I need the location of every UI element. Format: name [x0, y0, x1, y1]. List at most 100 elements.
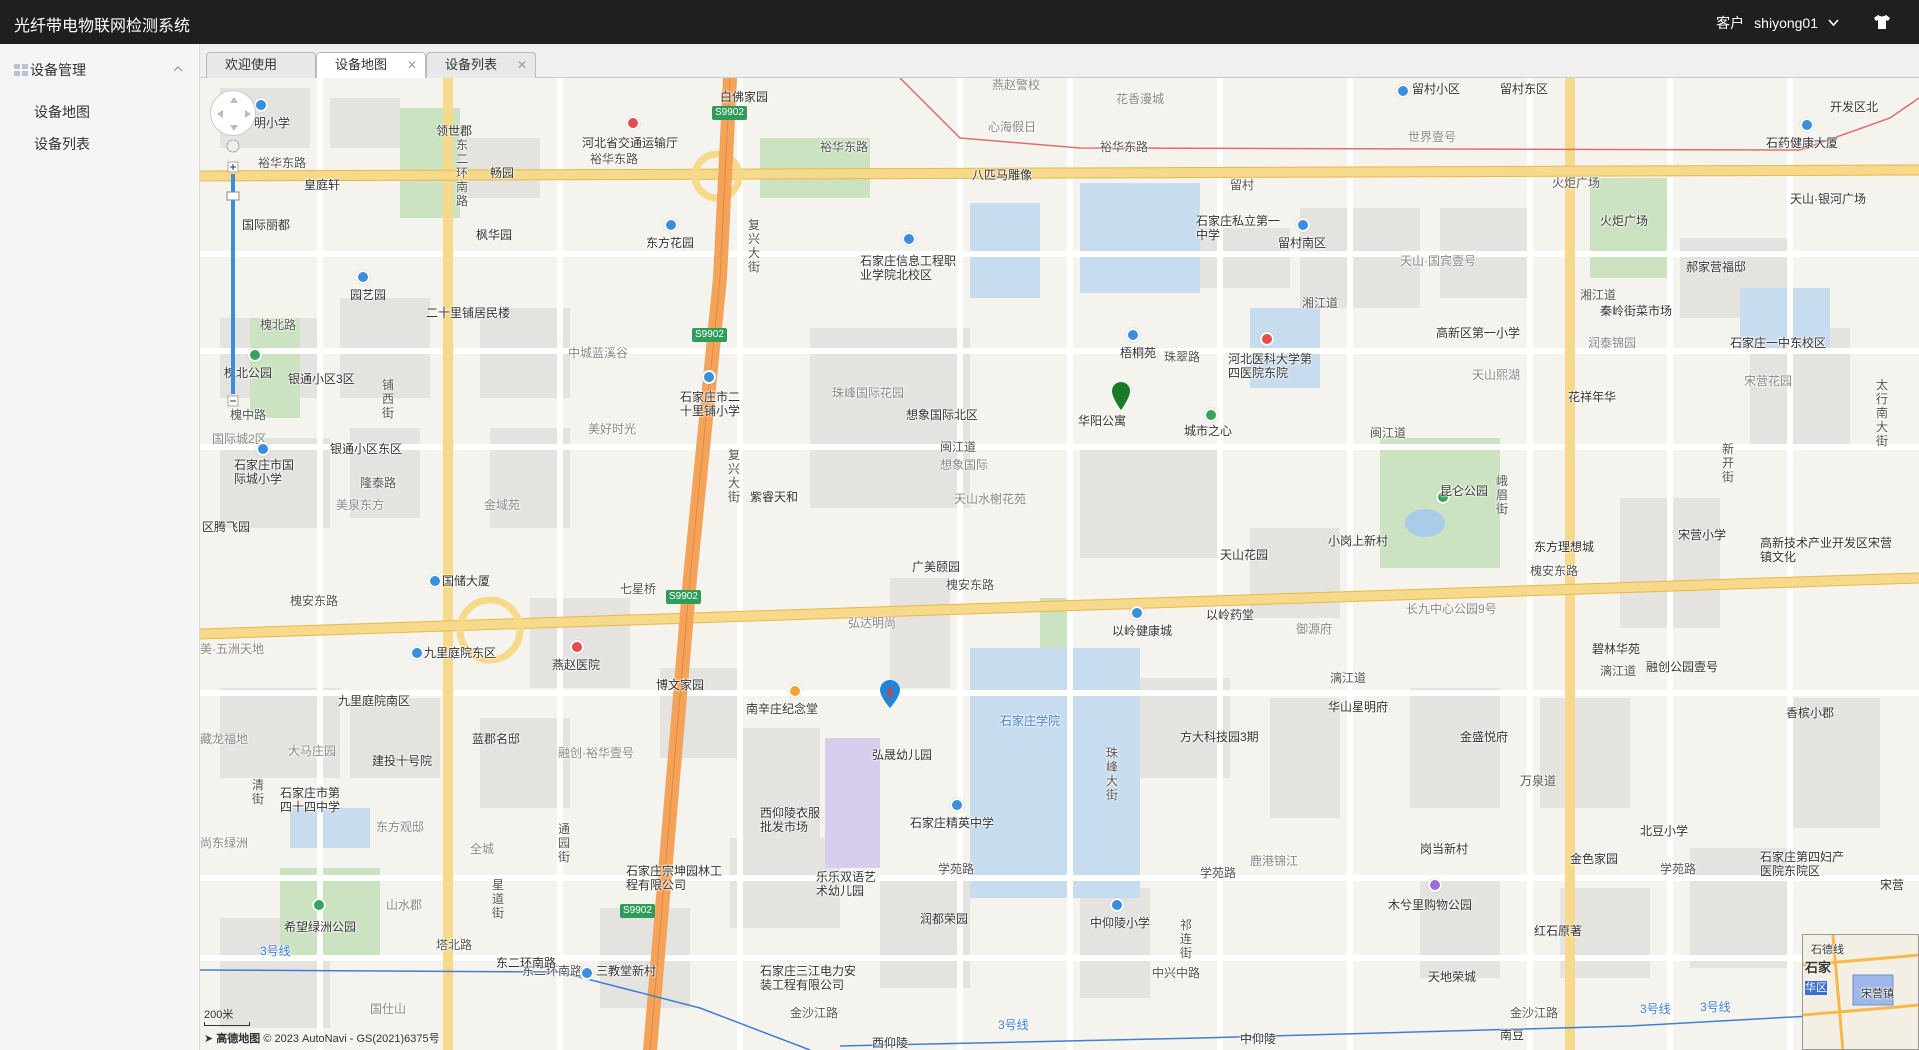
- map-copyright: ➤ 高德地图 © 2023 AutoNavi - GS(2021)6375号: [204, 1030, 440, 1046]
- place-label: 尚东绿洲: [200, 836, 249, 850]
- poi-marker[interactable]: [1130, 606, 1144, 620]
- poi-marker[interactable]: [356, 270, 370, 284]
- place-label: 区腾飞园: [202, 520, 251, 534]
- place-label: 天地荣城: [1428, 970, 1477, 984]
- poi-marker[interactable]: [1428, 878, 1442, 892]
- poi-marker[interactable]: [1800, 118, 1814, 132]
- place-label: 石家庄一中东校区: [1730, 336, 1827, 350]
- road-label: 万泉道: [1520, 774, 1557, 788]
- theme-shirt-icon[interactable]: [1873, 14, 1891, 30]
- poi-marker[interactable]: [1396, 84, 1410, 98]
- place-label: 明小学: [254, 116, 291, 130]
- place-label: 碧林华苑: [1592, 642, 1641, 656]
- poi-marker[interactable]: [1204, 408, 1218, 422]
- poi-marker[interactable]: [664, 218, 678, 232]
- chevron-up-icon: [173, 66, 183, 72]
- poi-marker[interactable]: [702, 370, 716, 384]
- place-label: 石家庄市第四十四中学: [280, 786, 341, 814]
- poi-marker[interactable]: [580, 966, 594, 980]
- place-label: 紫睿天和: [750, 490, 799, 504]
- poi-marker[interactable]: [1296, 218, 1310, 232]
- road-label: 3号线: [1640, 1002, 1671, 1016]
- place-label: 石家庄私立第一中学: [1196, 214, 1281, 242]
- poi-marker[interactable]: [1260, 332, 1274, 346]
- route-badge: S9902: [712, 106, 747, 120]
- place-label: 燕赵医院: [552, 658, 601, 672]
- poi-marker[interactable]: [788, 684, 802, 698]
- poi-marker[interactable]: [256, 442, 270, 456]
- tab-label: 欢迎使用: [225, 57, 278, 72]
- device-marker-lightning-icon[interactable]: [880, 680, 900, 708]
- road-label: 珠峰大街: [1106, 746, 1119, 802]
- overview-label: 石德线: [1811, 944, 1844, 956]
- pan-control[interactable]: [210, 90, 256, 136]
- place-label: 美·五洲天地: [200, 642, 264, 656]
- place-label: 河北医科大学第四医院东院: [1228, 352, 1313, 380]
- place-label: 想象国际: [940, 458, 989, 472]
- sidebar-item-device-list[interactable]: 设备列表: [0, 128, 199, 160]
- place-label: 南辛庄纪念堂: [746, 702, 819, 716]
- overview-map[interactable]: 石德线 石家 华区 宋营镇: [1802, 934, 1919, 1050]
- place-label: 宋营花园: [1744, 374, 1793, 388]
- tab-bar: 欢迎使用 设备地图 ✕ 设备列表 ✕: [200, 44, 1919, 79]
- poi-marker[interactable]: [248, 348, 262, 362]
- place-label: 园艺园: [350, 288, 387, 302]
- road-label: 珠翠路: [1164, 350, 1201, 364]
- place-label: 心海假日: [988, 120, 1037, 134]
- road-label: 金沙江路: [790, 1006, 839, 1020]
- place-label: 皇庭轩: [304, 178, 341, 192]
- road-label: 湘江道: [1302, 296, 1339, 310]
- route-badge: S9902: [620, 904, 655, 918]
- map-view[interactable]: 裕华东路 裕华东路 裕华东路 裕华东路 槐安东路 槐安东路 槐安东路 七星桥 东…: [200, 78, 1919, 1050]
- place-label: 高新技术产业开发区宋营镇文化: [1760, 536, 1893, 564]
- poi-marker[interactable]: [428, 574, 442, 588]
- username[interactable]: shiyong01: [1754, 15, 1818, 31]
- poi-marker[interactable]: [902, 232, 916, 246]
- place-label: 昆仑公园: [1440, 484, 1489, 498]
- poi-marker[interactable]: [570, 640, 584, 654]
- user-menu[interactable]: 客户 shiyong01: [1716, 13, 1839, 33]
- sidebar-item-device-map[interactable]: 设备地图: [0, 96, 199, 128]
- road-label: 3号线: [998, 1018, 1029, 1032]
- scale-bar: 200米: [204, 1006, 250, 1026]
- tab-device-list[interactable]: 设备列表 ✕: [426, 52, 536, 78]
- place-label: 东二环南路: [496, 956, 557, 970]
- route-badge: S9902: [666, 590, 701, 604]
- close-icon[interactable]: ✕: [517, 53, 527, 77]
- poi-marker[interactable]: [312, 898, 326, 912]
- road-label: 裕华东路: [258, 156, 307, 170]
- close-icon[interactable]: ✕: [407, 53, 417, 77]
- place-label: 蓝郡名邸: [472, 732, 521, 746]
- poi-marker[interactable]: [950, 798, 964, 812]
- sidebar-group-device-management[interactable]: 设备管理: [0, 44, 199, 96]
- role-label: 客户: [1716, 15, 1745, 31]
- place-label: 畅园: [490, 166, 515, 180]
- place-label: 博文家园: [656, 678, 705, 692]
- place-label: 天山·国宾壹号: [1400, 254, 1476, 268]
- road-label: 裕华东路: [590, 152, 639, 166]
- place-label: 石家庄宗坤园林工程有限公司: [626, 864, 723, 892]
- poi-marker[interactable]: [626, 116, 640, 130]
- place-label: 红石原著: [1534, 924, 1583, 938]
- poi-marker[interactable]: [1110, 898, 1124, 912]
- poi-marker[interactable]: [1126, 328, 1140, 342]
- place-label: 留村小区: [1412, 82, 1461, 96]
- tab-label: 设备列表: [445, 57, 498, 72]
- road-label: 槐安东路: [1530, 564, 1579, 578]
- road-label: 闽江道: [1370, 426, 1407, 440]
- place-label: 美好时光: [588, 422, 637, 436]
- road-label: 漓江道: [1600, 664, 1637, 678]
- tab-welcome[interactable]: 欢迎使用: [206, 52, 316, 78]
- tab-device-map[interactable]: 设备地图 ✕: [316, 52, 426, 79]
- place-label: 石家庄精英中学: [910, 816, 995, 830]
- zoom-slider[interactable]: [226, 140, 240, 410]
- poi-marker[interactable]: [410, 646, 424, 660]
- device-marker-pin-icon[interactable]: [1112, 382, 1130, 410]
- place-label: 润泰锦园: [1588, 336, 1637, 350]
- place-label: 郝家营福邸: [1686, 260, 1747, 274]
- place-label: 石家庄信息工程职业学院北校区: [860, 254, 957, 282]
- road-label: 3号线: [260, 944, 291, 958]
- place-label: 天山花园: [1220, 548, 1269, 562]
- sidebar: 设备管理 设备地图 设备列表: [0, 44, 200, 1050]
- place-label: 世界壹号: [1408, 130, 1457, 144]
